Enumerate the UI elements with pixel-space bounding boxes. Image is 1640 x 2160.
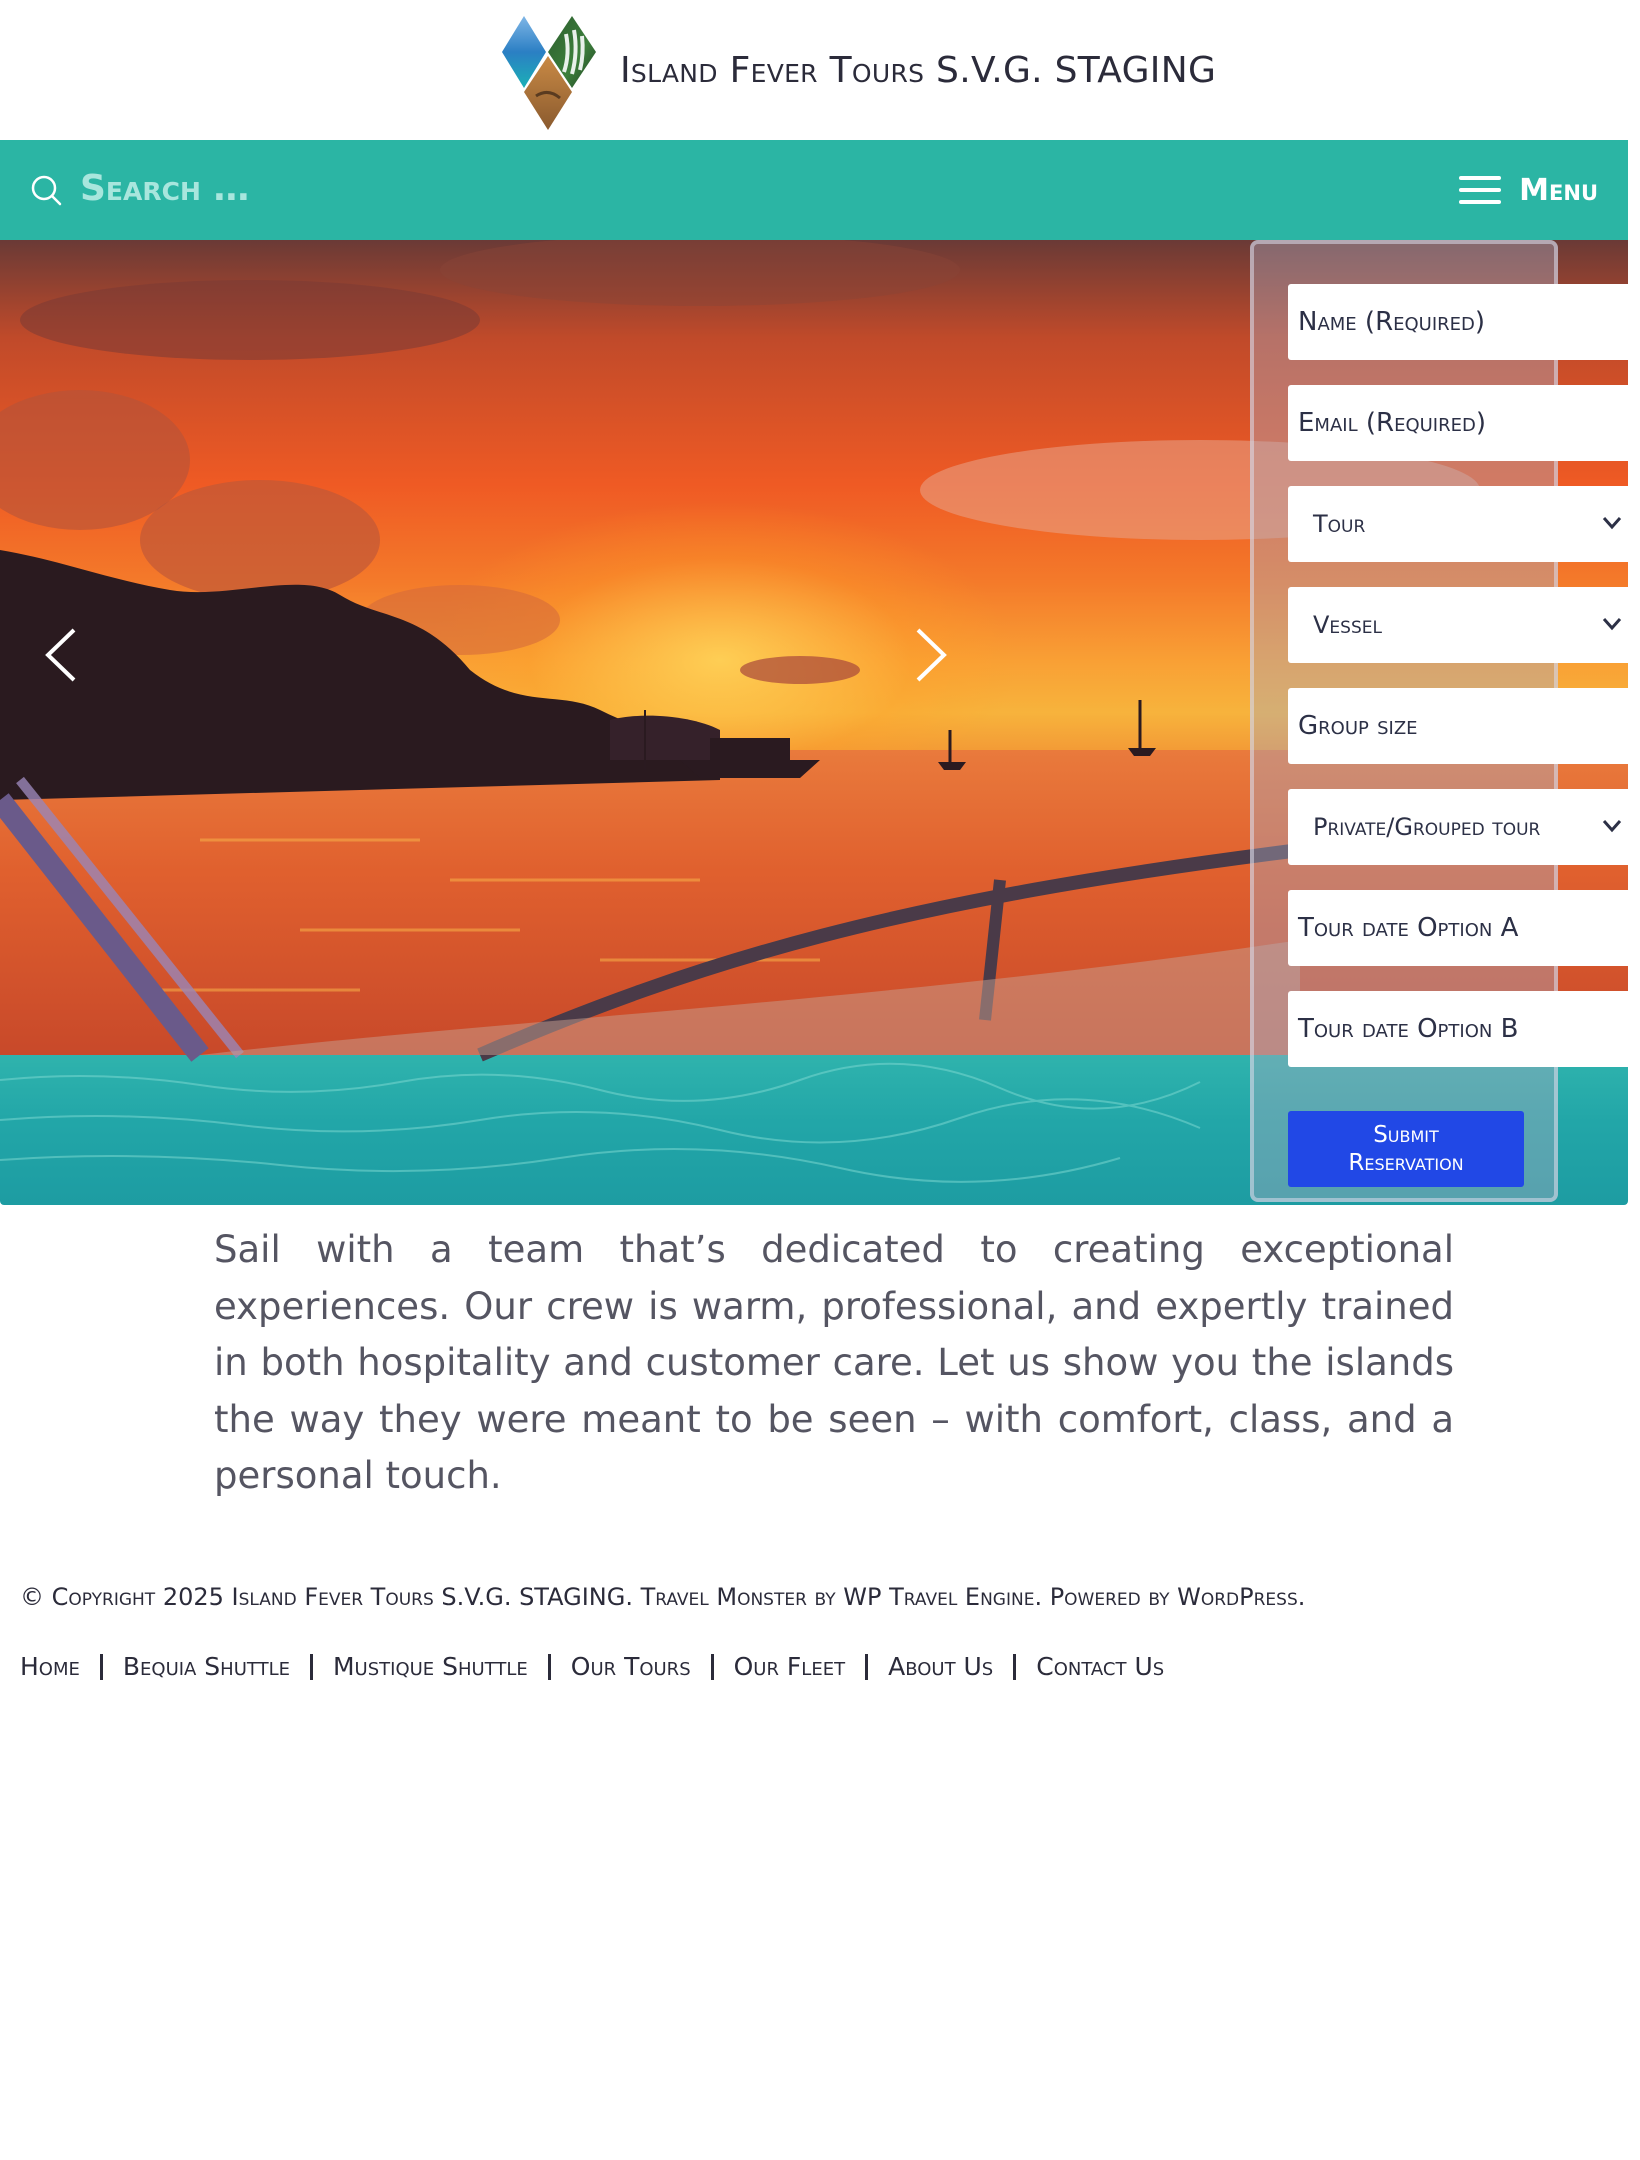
footer-link-mustique-shuttle[interactable]: Mustique Shuttle [333,1652,528,1681]
chevron-down-icon [1602,820,1622,833]
menu-button[interactable]: Menu [1459,170,1598,210]
copyright-text: © Copyright 2025 Island Fever Tours S.V.… [20,1583,1306,1611]
menu-label: Menu [1519,172,1598,208]
site-title[interactable]: Island Fever Tours S.V.G. STAGING [620,50,1216,91]
hamburger-menu-icon [1459,174,1502,206]
footer-link-our-tours[interactable]: Our Tours [571,1652,691,1681]
separator [99,1653,103,1680]
submit-reservation-button[interactable]: Submit Reservation [1288,1111,1524,1187]
separator [710,1653,714,1680]
search-icon[interactable] [30,174,62,206]
top-navbar: Search … Menu [0,140,1628,240]
tour-select[interactable]: Tour [1288,486,1628,562]
email-field[interactable]: Email (Required) [1288,385,1628,461]
name-field[interactable]: Name (Required) [1288,284,1628,360]
submit-label-line2: Reservation [1348,1150,1464,1176]
separator [309,1653,313,1680]
tour-date-a-field[interactable]: Tour date Option A [1288,890,1628,966]
footer-nav: Home Bequia Shuttle Mustique Shuttle Our… [20,1652,1164,1681]
separator [547,1653,551,1680]
chevron-down-icon [1602,517,1622,530]
intro-paragraph: Sail with a team that’s dedicated to cre… [214,1228,1454,1497]
separator [1013,1653,1017,1680]
footer-link-our-fleet[interactable]: Our Fleet [734,1652,845,1681]
submit-label-line1: Submit [1373,1122,1439,1148]
vessel-select-value: Vessel [1313,611,1382,639]
vessel-select[interactable]: Vessel [1288,587,1628,663]
site-header: Island Fever Tours S.V.G. STAGING [0,0,1628,140]
chevron-left-icon[interactable] [36,620,86,690]
chevron-right-icon[interactable] [906,620,956,690]
footer-link-bequia-shuttle[interactable]: Bequia Shuttle [123,1652,290,1681]
tour-type-select[interactable]: Private/Grouped tour [1288,789,1628,865]
group-size-field[interactable]: Group size [1288,688,1628,764]
separator [865,1653,869,1680]
tour-select-value: Tour [1313,510,1366,538]
tour-type-select-value: Private/Grouped tour [1313,813,1541,841]
site-logo[interactable] [500,14,604,132]
chevron-down-icon [1602,618,1622,631]
footer-link-home[interactable]: Home [20,1652,80,1681]
footer-link-about-us[interactable]: About Us [888,1652,993,1681]
footer-link-contact-us[interactable]: Contact Us [1036,1652,1164,1681]
search-input[interactable]: Search … [80,168,249,209]
tour-date-b-field[interactable]: Tour date Option B [1288,991,1628,1067]
